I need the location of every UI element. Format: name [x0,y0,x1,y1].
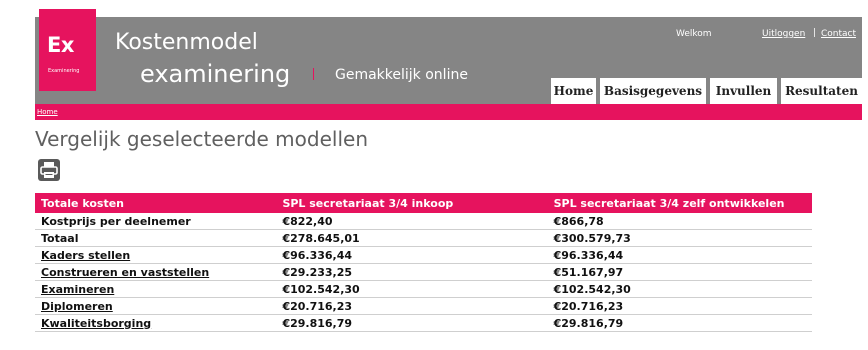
cell-value: €96.336,44 [276,246,548,264]
breadcrumb-home-link[interactable]: Home [37,108,58,116]
row-label-link[interactable]: Construeren en vaststellen [35,263,277,281]
cell-value: €29.233,25 [276,263,548,281]
table-row: Kostprijs per deelnemer €822,40 €866,78 [35,213,812,230]
cell-value: €822,40 [276,213,548,230]
cell-value: €102.542,30 [547,280,812,298]
cell-value: €102.542,30 [276,280,548,298]
app-title-line2: examinering [140,60,291,88]
link-separator: | [813,28,817,38]
cell-value: €300.579,73 [547,229,812,247]
tab-resultaten[interactable]: Resultaten [781,78,862,104]
logo-subtext: Examinering [48,68,80,74]
cell-value: €51.167,97 [547,263,812,281]
comparison-table: Totale kosten SPL secretariaat 3/4 inkoo… [35,193,812,332]
welcome-text: Welkom [676,29,712,39]
table-row: Examineren €102.542,30 €102.542,30 [35,280,812,298]
tab-basisgegevens[interactable]: Basisgegevens [600,78,706,104]
cell-value: €866,78 [547,213,812,230]
breadcrumb-bar [35,104,862,120]
table-row: Totaal €278.645,01 €300.579,73 [35,229,812,247]
cell-value: €20.716,23 [547,297,812,315]
row-label: Kostprijs per deelnemer [35,213,277,230]
column-header-total-costs: Totale kosten [35,193,277,213]
title-separator [313,68,314,80]
cell-value: €29.816,79 [276,314,548,332]
row-label-link[interactable]: Examineren [35,280,277,298]
row-label-link[interactable]: Kaders stellen [35,246,277,264]
table-row: Kwaliteitsborging €29.816,79 €29.816,79 [35,314,812,332]
tab-home[interactable]: Home [551,78,596,104]
table-row: Kaders stellen €96.336,44 €96.336,44 [35,246,812,264]
row-label-link[interactable]: Kwaliteitsborging [35,314,277,332]
table-row: Diplomeren €20.716,23 €20.716,23 [35,297,812,315]
app-title-line1: Kostenmodel [115,30,258,55]
page-title: Vergelijk geselecteerde modellen [35,127,368,151]
cell-value: €96.336,44 [547,246,812,264]
row-label-link[interactable]: Diplomeren [35,297,277,315]
logout-link[interactable]: Uitloggen [762,29,805,39]
tab-invullen[interactable]: Invullen [710,78,777,104]
contact-link[interactable]: Contact [821,29,856,39]
column-header-model-2: SPL secretariaat 3/4 zelf ontwikkelen [547,193,812,213]
cell-value: €20.716,23 [276,297,548,315]
row-label: Totaal [35,229,277,247]
logo[interactable]: Ex Examinering [39,9,96,91]
cell-value: €278.645,01 [276,229,548,247]
table-header-row: Totale kosten SPL secretariaat 3/4 inkoo… [35,193,812,213]
tagline: Gemakkelijk online [335,67,468,83]
cell-value: €29.816,79 [547,314,812,332]
table-row: Construeren en vaststellen €29.233,25 €5… [35,263,812,281]
column-header-model-1: SPL secretariaat 3/4 inkoop [276,193,548,213]
printer-icon[interactable] [38,159,60,181]
logo-text: Ex [47,33,74,57]
